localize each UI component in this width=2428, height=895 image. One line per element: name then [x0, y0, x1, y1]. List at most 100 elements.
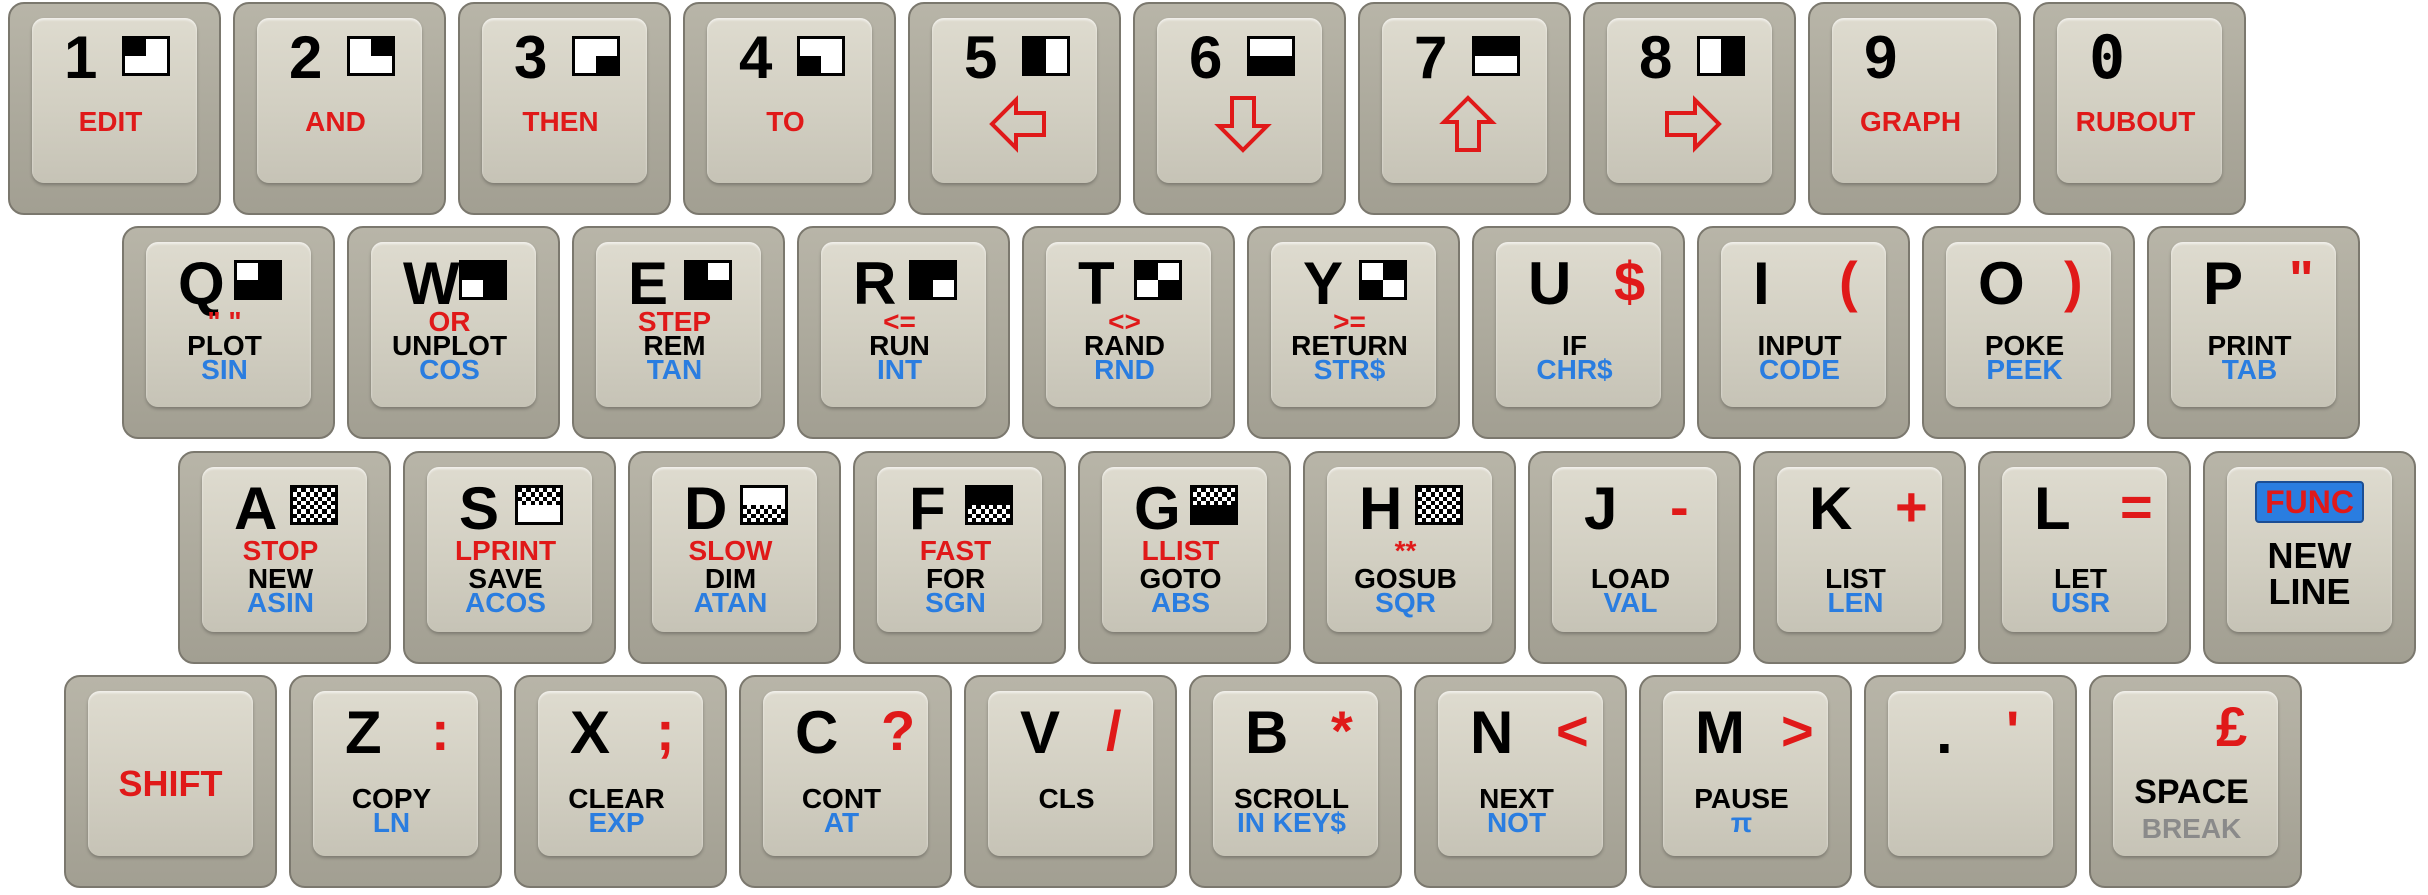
key-main-char: C [795, 699, 839, 766]
key-n[interactable]: N < NEXT NOT [1414, 675, 1627, 888]
key-x[interactable]: X; CLEAR EXP [514, 675, 727, 888]
block-graphic-icon [1134, 260, 1182, 300]
key-main-char: X [570, 699, 611, 766]
up-arrow-icon [1439, 95, 1497, 152]
function-label: IN KEY$ [1237, 807, 1346, 838]
key-main-char: 0 [2089, 23, 2126, 93]
key-e[interactable]: E STEP REM TAN [572, 226, 785, 439]
key-0[interactable]: 0 RUBOUT [2033, 2, 2246, 215]
key-h[interactable]: H ** GOSUB SQR [1303, 451, 1516, 664]
key-main-char: L [2034, 475, 2071, 542]
key-u[interactable]: U $ IF CHR$ [1472, 226, 1685, 439]
key-1[interactable]: 1 EDIT [8, 2, 221, 215]
function-label: USR [2050, 587, 2111, 618]
block-graphic-icon [909, 260, 957, 300]
key-main-char: T [1078, 250, 1115, 317]
key-main-char: Z [345, 699, 382, 766]
key-v[interactable]: V / CLS [964, 675, 1177, 888]
keyword-label: EDIT [78, 106, 143, 137]
key-3[interactable]: 3 THEN [458, 2, 671, 215]
key-cap [2057, 18, 2222, 183]
key-d[interactable]: D SLOW DIM ATAN [628, 451, 841, 664]
function-label: SQR [1375, 587, 1436, 618]
key-main-char: S [459, 475, 500, 542]
key-main-char: B [1245, 699, 1289, 766]
function-label: INT [876, 354, 923, 385]
key-t[interactable]: T <> RAND RND [1022, 226, 1235, 439]
key-9[interactable]: 9 GRAPH [1808, 2, 2021, 215]
key-q[interactable]: Q " " PLOT SIN [122, 226, 335, 439]
key-p[interactable]: P " PRINT TAB [2147, 226, 2360, 439]
left-arrow-icon [989, 95, 1046, 153]
function-label: COS [419, 354, 480, 385]
block-graphic-icon [740, 485, 788, 525]
keyword-label: THEN [522, 106, 599, 137]
key-main-char: 7 [1414, 24, 1448, 91]
key-c[interactable]: C? CONT AT [739, 675, 952, 888]
function-label: π [1730, 807, 1753, 838]
key-space[interactable]: £ SPACE BREAK [2089, 675, 2302, 888]
function-label: SIN [201, 354, 248, 385]
key-5[interactable]: 5 [908, 2, 1121, 215]
key-s[interactable]: S LPRINT SAVE ACOS [403, 451, 616, 664]
key-r[interactable]: R <= RUN INT [797, 226, 1010, 439]
function-label: ACOS [465, 587, 546, 618]
key-l[interactable]: L = LET USR [1978, 451, 2191, 664]
key-symbol: > [1781, 699, 1814, 762]
block-graphic-icon [234, 260, 282, 300]
key-main-char: F [909, 475, 946, 542]
key-cap [988, 691, 1153, 856]
function-label: PEEK [1986, 354, 2063, 385]
block-graphic-icon [1697, 36, 1745, 76]
key-w[interactable]: W OR UNPLOT COS [347, 226, 560, 439]
key-z[interactable]: Z: COPY LN [289, 675, 502, 888]
key-main-char: P [2203, 250, 2244, 317]
key-y[interactable]: Y >= RETURN STR$ [1247, 226, 1460, 439]
function-label: NOT [1486, 807, 1547, 838]
key-main-char: J [1584, 475, 1618, 542]
key-b[interactable]: B * SCROLL IN KEY$ [1189, 675, 1402, 888]
key-j[interactable]: J - LOAD VAL [1528, 451, 1741, 664]
key-i[interactable]: I(INPUT CODE [1697, 226, 1910, 439]
key-a[interactable]: A STOP NEW ASIN [178, 451, 391, 664]
key-symbol: - [1670, 475, 1689, 538]
key-symbol: ) [2064, 250, 2083, 313]
function-label: AT [823, 807, 860, 838]
function-label: EXP [588, 807, 645, 838]
key-cap [707, 18, 872, 183]
function-label: ATAN [693, 587, 768, 618]
key-main-char: H [1359, 475, 1403, 542]
key-[interactable]: . ' [1864, 675, 2077, 888]
function-label: ABS [1150, 587, 1211, 618]
block-graphic-icon [347, 36, 395, 76]
block-graphic-icon [1415, 485, 1463, 525]
key-f[interactable]: F FAST FOR SGN [853, 451, 1066, 664]
key-main-char: O [1978, 250, 2025, 317]
key-symbol: ' [2006, 699, 2020, 762]
key-main-char: 2 [289, 24, 323, 91]
key-k[interactable]: K + LIST LEN [1753, 451, 1966, 664]
function-label: TAB [2221, 354, 2278, 385]
key-main-char: 5 [964, 24, 998, 91]
key-2[interactable]: 2 AND [233, 2, 446, 215]
key-symbol: * [1331, 699, 1353, 762]
key-symbol: = [2120, 475, 2153, 538]
key-7[interactable]: 7 [1358, 2, 1571, 215]
func-label: FUNC [2205, 481, 2414, 523]
function-label: LEN [1827, 587, 1884, 618]
function-label: BREAK [2141, 813, 2242, 844]
key-4[interactable]: 4 TO [683, 2, 896, 215]
key-shift[interactable]: SHIFT [64, 675, 277, 888]
key-6[interactable]: 6 [1133, 2, 1346, 215]
key-main-char: W [403, 250, 460, 317]
block-graphic-icon [572, 36, 620, 76]
keyword-label: AND [305, 106, 366, 137]
key-8[interactable]: 8 [1583, 2, 1796, 215]
key-g[interactable]: G LLIST GOTO ABS [1078, 451, 1291, 664]
block-graphic-icon [1190, 485, 1238, 525]
key-o[interactable]: O) POKE PEEK [1922, 226, 2135, 439]
key-func[interactable]: FUNC NEW LINE [2203, 451, 2416, 664]
key-cap [32, 18, 197, 183]
block-graphic-icon [797, 36, 845, 76]
key-m[interactable]: M > PAUSE π [1639, 675, 1852, 888]
